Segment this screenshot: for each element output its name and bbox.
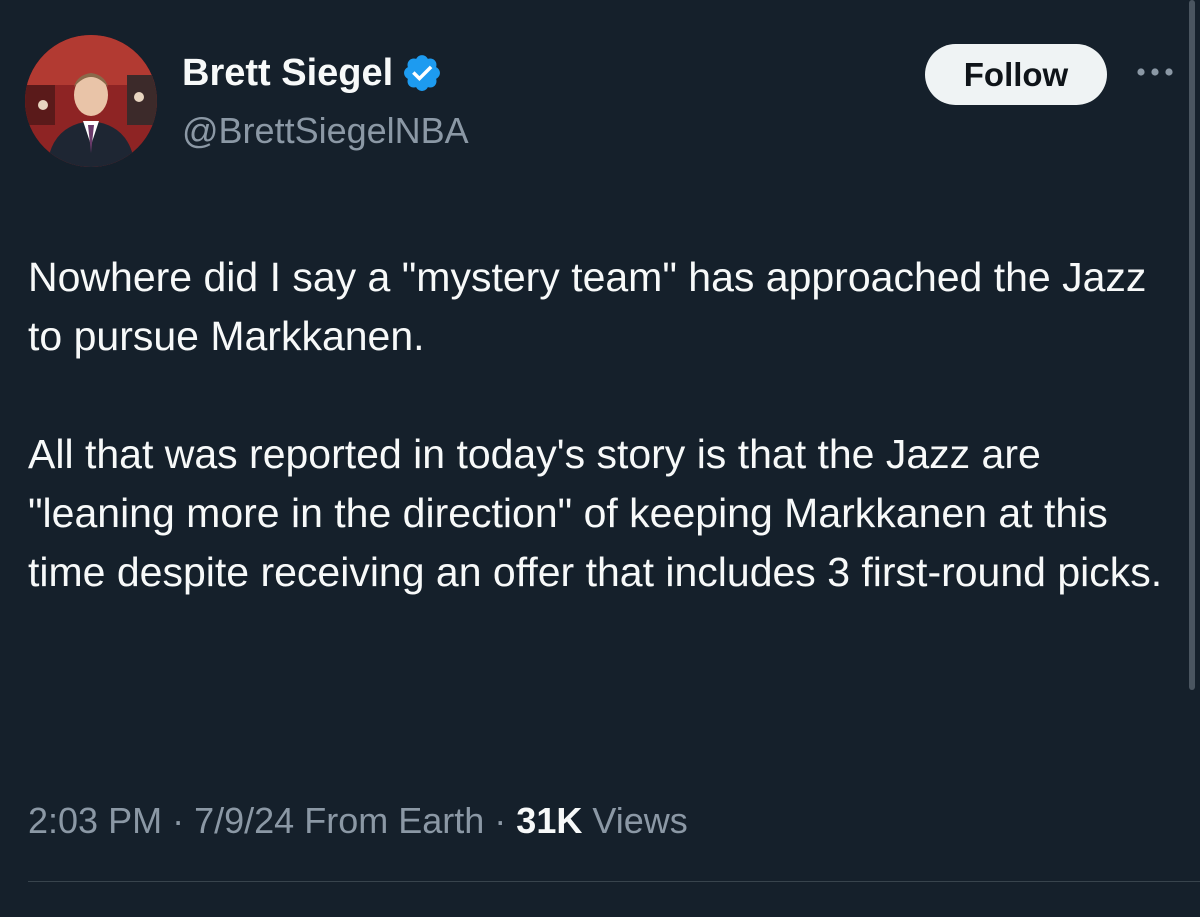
tweet-card: Brett Siegel @BrettSiegelNBA Follow Nowh… — [0, 0, 1200, 917]
tweet-metadata: 2:03 PM · 7/9/24 From Earth · 31K Views — [28, 796, 688, 846]
tweet-time[interactable]: 2:03 PM — [28, 800, 162, 841]
avatar[interactable] — [25, 35, 157, 167]
follow-button[interactable]: Follow — [925, 44, 1107, 105]
author-handle[interactable]: @BrettSiegelNBA — [182, 108, 469, 154]
tweet-date[interactable]: 7/9/24 — [194, 800, 294, 841]
author-display-name[interactable]: Brett Siegel — [182, 50, 393, 96]
meta-separator: · — [494, 800, 507, 841]
author-name-row: Brett Siegel — [182, 50, 443, 96]
verified-badge-icon — [404, 55, 441, 91]
views-count: 31K — [516, 800, 583, 841]
tweet-paragraph: All that was reported in today's story i… — [28, 431, 1163, 595]
tweet-text: Nowhere did I say a "mystery team" has a… — [28, 248, 1168, 602]
scrollbar[interactable] — [1189, 0, 1195, 690]
avatar-image — [25, 35, 157, 167]
views-label: Views — [592, 800, 688, 841]
meta-separator: · — [172, 800, 185, 841]
more-options-icon[interactable] — [1135, 62, 1175, 82]
tweet-paragraph: Nowhere did I say a "mystery team" has a… — [28, 254, 1147, 359]
tweet-source: From Earth — [304, 800, 485, 841]
divider — [28, 881, 1200, 882]
